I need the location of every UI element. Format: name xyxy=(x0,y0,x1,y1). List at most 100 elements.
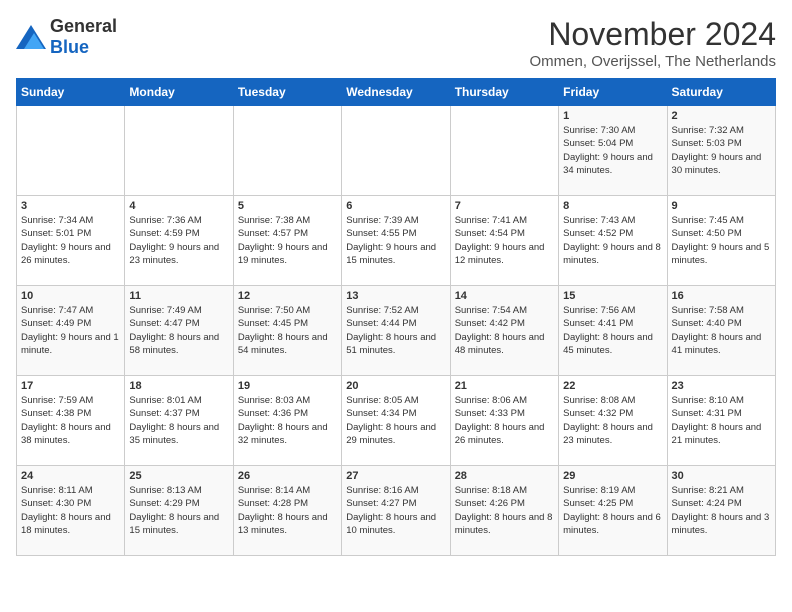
calendar-cell: 22Sunrise: 8:08 AM Sunset: 4:32 PM Dayli… xyxy=(559,376,667,466)
calendar-cell: 29 Sunrise: 8:19 AM Sunset: 4:25 PM Dayli… xyxy=(559,466,667,556)
day-number: 7 xyxy=(455,200,554,212)
calendar-cell: 25 Sunrise: 8:13 AM Sunset: 4:29 PM Dayli… xyxy=(125,466,233,556)
calendar-cell: 1Sunrise: 7:30 AM Sunset: 5:04 PM Daylig… xyxy=(559,106,667,196)
day-info: Sunrise: 8:11 AM Sunset: 4:30 PM Dayligh… xyxy=(21,484,120,537)
calendar-cell: 4 Sunrise: 7:36 AM Sunset: 4:59 PM Daylig… xyxy=(125,196,233,286)
day-info: Sunrise: 8:19 AM Sunset: 4:25 PM Dayligh… xyxy=(563,484,662,537)
weekday-header: Monday xyxy=(125,79,233,106)
calendar-cell: 27 Sunrise: 8:16 AM Sunset: 4:27 PM Dayli… xyxy=(342,466,450,556)
day-info: Sunrise: 7:54 AM Sunset: 4:42 PM Dayligh… xyxy=(455,304,554,357)
day-info: Sunrise: 8:05 AM Sunset: 4:34 PM Dayligh… xyxy=(346,394,445,447)
day-info: Sunrise: 7:56 AM Sunset: 4:41 PM Dayligh… xyxy=(563,304,662,357)
day-info: Sunrise: 7:49 AM Sunset: 4:47 PM Dayligh… xyxy=(129,304,228,357)
day-info: Sunrise: 8:08 AM Sunset: 4:32 PM Dayligh… xyxy=(563,394,662,447)
day-number: 14 xyxy=(455,290,554,302)
calendar-cell: 19Sunrise: 8:03 AM Sunset: 4:36 PM Dayli… xyxy=(233,376,341,466)
weekday-header: Tuesday xyxy=(233,79,341,106)
day-number: 15 xyxy=(563,290,662,302)
day-info: Sunrise: 8:01 AM Sunset: 4:37 PM Dayligh… xyxy=(129,394,228,447)
day-number: 9 xyxy=(672,200,771,212)
calendar-cell: 20 Sunrise: 8:05 AM Sunset: 4:34 PM Dayli… xyxy=(342,376,450,466)
calendar-cell xyxy=(17,106,125,196)
day-info: Sunrise: 7:50 AM Sunset: 4:45 PM Dayligh… xyxy=(238,304,337,357)
day-number: 2 xyxy=(672,110,771,122)
logo-blue-text: Blue xyxy=(50,37,89,57)
logo: General Blue xyxy=(16,16,117,58)
calendar-cell xyxy=(233,106,341,196)
calendar-week-row: 3 Sunrise: 7:34 AM Sunset: 5:01 PM Daylig… xyxy=(17,196,776,286)
day-info: Sunrise: 7:52 AM Sunset: 4:44 PM Dayligh… xyxy=(346,304,445,357)
calendar-cell xyxy=(450,106,558,196)
day-info: Sunrise: 7:34 AM Sunset: 5:01 PM Dayligh… xyxy=(21,214,120,267)
day-info: Sunrise: 7:47 AM Sunset: 4:49 PM Dayligh… xyxy=(21,304,120,357)
day-number: 11 xyxy=(129,290,228,302)
calendar-cell: 3 Sunrise: 7:34 AM Sunset: 5:01 PM Daylig… xyxy=(17,196,125,286)
day-number: 16 xyxy=(672,290,771,302)
day-number: 18 xyxy=(129,380,228,392)
day-number: 8 xyxy=(563,200,662,212)
calendar-cell: 21 Sunrise: 8:06 AM Sunset: 4:33 PM Dayli… xyxy=(450,376,558,466)
header: General Blue November 2024 Ommen, Overij… xyxy=(16,16,776,70)
title-area: November 2024 Ommen, Overijssel, The Net… xyxy=(530,16,776,70)
calendar-cell: 18 Sunrise: 8:01 AM Sunset: 4:37 PM Dayli… xyxy=(125,376,233,466)
day-info: Sunrise: 7:58 AM Sunset: 4:40 PM Dayligh… xyxy=(672,304,771,357)
weekday-header: Sunday xyxy=(17,79,125,106)
calendar-cell: 30 Sunrise: 8:21 AM Sunset: 4:24 PM Dayli… xyxy=(667,466,775,556)
calendar-cell: 10 Sunrise: 7:47 AM Sunset: 4:49 PM Dayli… xyxy=(17,286,125,376)
day-number: 3 xyxy=(21,200,120,212)
calendar-week-row: 17 Sunrise: 7:59 AM Sunset: 4:38 PM Dayli… xyxy=(17,376,776,466)
day-number: 5 xyxy=(238,200,337,212)
month-title: November 2024 xyxy=(530,16,776,53)
calendar-cell: 17 Sunrise: 7:59 AM Sunset: 4:38 PM Dayli… xyxy=(17,376,125,466)
day-info: Sunrise: 7:30 AM Sunset: 5:04 PM Dayligh… xyxy=(563,124,662,177)
calendar-cell xyxy=(342,106,450,196)
day-number: 6 xyxy=(346,200,445,212)
day-number: 27 xyxy=(346,470,445,482)
day-number: 24 xyxy=(21,470,120,482)
day-info: Sunrise: 7:41 AM Sunset: 4:54 PM Dayligh… xyxy=(455,214,554,267)
day-number: 4 xyxy=(129,200,228,212)
calendar-cell: 16 Sunrise: 7:58 AM Sunset: 4:40 PM Dayli… xyxy=(667,286,775,376)
calendar-cell: 14 Sunrise: 7:54 AM Sunset: 4:42 PM Dayli… xyxy=(450,286,558,376)
day-info: Sunrise: 7:39 AM Sunset: 4:55 PM Dayligh… xyxy=(346,214,445,267)
calendar-cell: 26 Sunrise: 8:14 AM Sunset: 4:28 PM Dayli… xyxy=(233,466,341,556)
calendar-cell: 2Sunrise: 7:32 AM Sunset: 5:03 PM Daylig… xyxy=(667,106,775,196)
calendar-header: SundayMondayTuesdayWednesdayThursdayFrid… xyxy=(17,79,776,106)
day-number: 10 xyxy=(21,290,120,302)
day-number: 20 xyxy=(346,380,445,392)
day-number: 26 xyxy=(238,470,337,482)
day-number: 12 xyxy=(238,290,337,302)
calendar-cell xyxy=(125,106,233,196)
day-number: 23 xyxy=(672,380,771,392)
day-number: 25 xyxy=(129,470,228,482)
day-number: 19 xyxy=(238,380,337,392)
day-info: Sunrise: 8:21 AM Sunset: 4:24 PM Dayligh… xyxy=(672,484,771,537)
logo-icon xyxy=(16,25,46,49)
calendar-cell: 15 Sunrise: 7:56 AM Sunset: 4:41 PM Dayli… xyxy=(559,286,667,376)
day-info: Sunrise: 7:38 AM Sunset: 4:57 PM Dayligh… xyxy=(238,214,337,267)
day-info: Sunrise: 7:45 AM Sunset: 4:50 PM Dayligh… xyxy=(672,214,771,267)
day-info: Sunrise: 7:43 AM Sunset: 4:52 PM Dayligh… xyxy=(563,214,662,267)
weekday-header: Wednesday xyxy=(342,79,450,106)
day-info: Sunrise: 8:13 AM Sunset: 4:29 PM Dayligh… xyxy=(129,484,228,537)
day-info: Sunrise: 8:14 AM Sunset: 4:28 PM Dayligh… xyxy=(238,484,337,537)
day-number: 30 xyxy=(672,470,771,482)
day-info: Sunrise: 7:59 AM Sunset: 4:38 PM Dayligh… xyxy=(21,394,120,447)
calendar-cell: 23Sunrise: 8:10 AM Sunset: 4:31 PM Dayli… xyxy=(667,376,775,466)
day-number: 28 xyxy=(455,470,554,482)
day-number: 21 xyxy=(455,380,554,392)
weekday-header: Thursday xyxy=(450,79,558,106)
calendar-cell: 5 Sunrise: 7:38 AM Sunset: 4:57 PM Daylig… xyxy=(233,196,341,286)
day-number: 17 xyxy=(21,380,120,392)
day-info: Sunrise: 8:16 AM Sunset: 4:27 PM Dayligh… xyxy=(346,484,445,537)
day-info: Sunrise: 8:18 AM Sunset: 4:26 PM Dayligh… xyxy=(455,484,554,537)
calendar-cell: 7 Sunrise: 7:41 AM Sunset: 4:54 PM Daylig… xyxy=(450,196,558,286)
weekday-header: Saturday xyxy=(667,79,775,106)
day-info: Sunrise: 8:06 AM Sunset: 4:33 PM Dayligh… xyxy=(455,394,554,447)
day-info: Sunrise: 7:36 AM Sunset: 4:59 PM Dayligh… xyxy=(129,214,228,267)
day-number: 29 xyxy=(563,470,662,482)
calendar-cell: 6 Sunrise: 7:39 AM Sunset: 4:55 PM Daylig… xyxy=(342,196,450,286)
logo-general-text: General xyxy=(50,16,117,36)
day-number: 13 xyxy=(346,290,445,302)
calendar-table: SundayMondayTuesdayWednesdayThursdayFrid… xyxy=(16,78,776,556)
